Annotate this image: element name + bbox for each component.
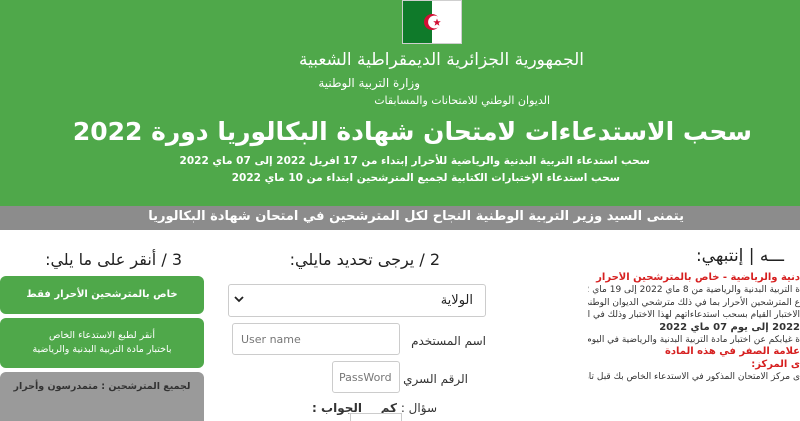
algeria-flag [402, 0, 462, 44]
written-exam-withdrawal-dates: سحب استدعاء الإختبارات الكتابية لجميع ال… [231, 172, 620, 184]
notice-line: ع المترشحين الأحرار بما في ذلك مترشحي ال… [588, 297, 800, 308]
print-pe-convocation-button[interactable]: أنقر لطبع الاستدعاء الخاص باختبار مادة ا… [0, 318, 204, 368]
notice-line: الاختبار القيام بسحب استدعاءاتهم لهذا ال… [588, 310, 800, 321]
username-label: اسم المستخدم [411, 334, 486, 348]
page-title: سحب الاستدعاءات لامتحان شهادة البكالوريا… [72, 117, 752, 146]
header: الجمهورية الجزائرية الديمقراطية الشعبية … [0, 0, 800, 206]
crescent-star-icon [424, 14, 441, 30]
all-candidates-button[interactable]: لجميع المترشحين : متمدرسون وأحرار [0, 372, 204, 421]
notice-line: ة التربية البدنية والرياضية من 8 ماي 202… [588, 285, 800, 296]
notice-line: ى مركز الامتحان المذكور في الاستدعاء الخ… [588, 372, 800, 383]
notice-title: ـــه | إنتبهي: [695, 246, 784, 266]
all-candidates-label: لجميع المترشحين : متمدرسون وأحرار [13, 381, 191, 392]
pe-withdrawal-dates: سحب استدعاء التربية البدنية والرياضية لل… [179, 155, 650, 167]
notice-line: ى المركز: [751, 358, 800, 370]
notice-line: ة غيابكم عن اختبار مادة التربية البدنية … [588, 335, 800, 346]
username-input[interactable] [232, 323, 400, 355]
notice-line: دنية والرياضية - خاص بالمترشحين الأحرار [596, 272, 800, 283]
password-label: الرقم السري [403, 372, 468, 386]
password-input[interactable] [332, 361, 400, 393]
wilaya-selected-value: الولاية [440, 293, 473, 308]
form-title: 2 / يرجى تحديد مايلي: [289, 250, 440, 269]
republic-name: الجمهورية الجزائرية الديمقراطية الشعبية [298, 50, 584, 70]
captcha-question-label: سؤال : [400, 401, 437, 415]
choices-title: 3 / أنقر على ما يلي: [45, 250, 182, 269]
answer-input[interactable] [350, 413, 402, 421]
notice-line: علامة الصفر في هذه المادة [664, 346, 800, 358]
announcement-banner: يتمنى السيد وزير التربية الوطنية النجاح … [0, 206, 800, 230]
print-pe-label-line1: أنقر لطبع الاستدعاء الخاص [49, 330, 155, 341]
ministry-name: وزارة التربية الوطنية [318, 76, 420, 90]
notice-line: 2022 إلى يوم 07 ماي 2022 [659, 321, 800, 333]
wilaya-select[interactable]: الولاية [228, 284, 486, 317]
free-candidates-button[interactable]: خاص بالمترشحين الأحرار فقط [0, 276, 204, 314]
notice-body: دنية والرياضية - خاص بالمترشحين الأحرار … [588, 272, 800, 421]
free-candidates-label: خاص بالمترشحين الأحرار فقط [26, 289, 178, 300]
announcement-text: يتمنى السيد وزير التربية الوطنية النجاح … [148, 209, 684, 224]
exam-office-name: الديوان الوطني للامتحانات والمسابقات [374, 94, 550, 107]
chevron-down-icon [234, 296, 244, 303]
print-pe-label-line2: باختبار مادة التربية البدنية والرياضية [32, 344, 172, 355]
